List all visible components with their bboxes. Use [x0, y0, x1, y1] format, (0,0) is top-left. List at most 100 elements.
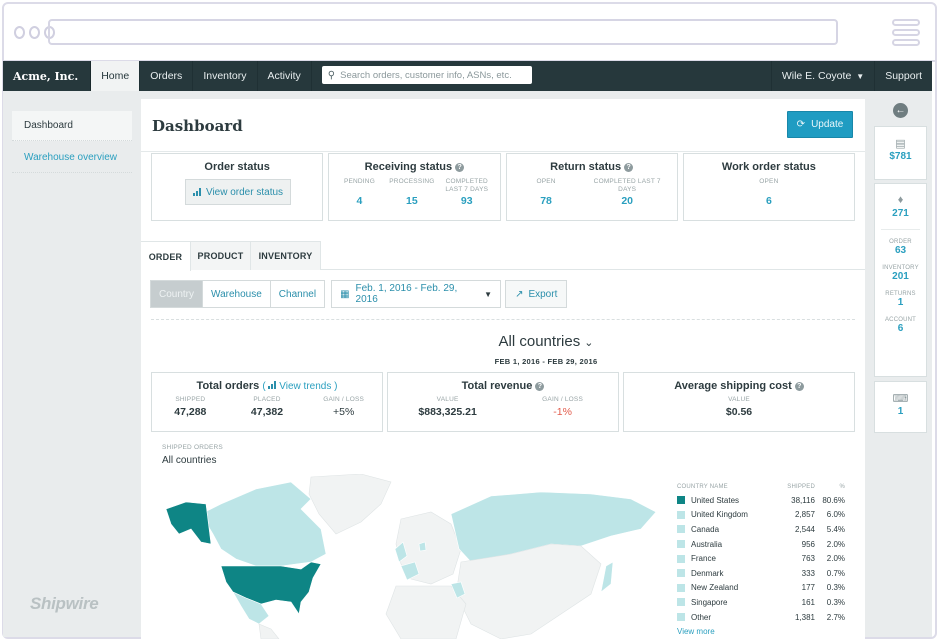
notifications-value[interactable]: 271 [875, 208, 926, 219]
metric-value[interactable]: 15 [406, 195, 418, 207]
refresh-icon: ⟳ [796, 119, 806, 130]
page-title: Dashboard [152, 117, 243, 135]
legend-row[interactable]: Other 1,381 2.7% [677, 610, 845, 625]
export-button[interactable]: ↗ Export [505, 280, 568, 308]
legend-swatch [677, 613, 685, 622]
country-name: Australia [691, 539, 723, 549]
legend-row[interactable]: New Zealand 177 0.3% [677, 581, 845, 596]
help-icon[interactable]: ? [535, 382, 545, 391]
metric-open: OPEN 6 [744, 178, 794, 207]
segment-warehouse[interactable]: Warehouse [202, 280, 271, 308]
metric-completed: COMPLETED LAST 7 DAYS 20 [592, 178, 662, 207]
export-icon: ↗ [515, 288, 524, 300]
address-bar[interactable] [48, 19, 838, 45]
legend-row[interactable]: Denmark 333 0.7% [677, 566, 845, 581]
metric-open: OPEN 78 [521, 178, 571, 207]
rail-value-inventory[interactable]: 201 [875, 271, 926, 282]
update-label: Update [811, 119, 844, 130]
metric-value[interactable]: 4 [357, 195, 363, 207]
metric-label: VALUE [436, 396, 459, 403]
country-name: Denmark [691, 568, 724, 578]
rail-value-returns[interactable]: 1 [875, 297, 926, 308]
metric-label: GAIN / LOSS [542, 396, 584, 403]
country-shipped: 38,116 [791, 495, 815, 505]
tab-product[interactable]: PRODUCT [191, 241, 251, 270]
legend-row[interactable]: Australia 956 2.0% [677, 537, 845, 552]
total-orders-card: Total orders ( View trends ) SHIPPED 47,2… [151, 372, 383, 432]
total-revenue-card: Total revenue? VALUE $883,325.21 GAIN / L… [387, 372, 619, 432]
metric-label: OPEN [759, 178, 779, 185]
legend-row[interactable]: Singapore 161 0.3% [677, 595, 845, 610]
country-name: Singapore [691, 597, 728, 607]
work-order-status-card: Work order status OPEN 6 [682, 153, 855, 221]
support-link[interactable]: Support [875, 61, 932, 91]
window-close-button[interactable] [14, 26, 25, 39]
brand-name[interactable]: Acme, Inc. [3, 61, 92, 91]
world-map[interactable] [161, 474, 659, 639]
nav-item-inventory[interactable]: Inventory [193, 61, 258, 91]
shipwire-logo: Shipwire [30, 594, 99, 613]
metric-value[interactable]: 20 [621, 195, 633, 207]
region-selector[interactable]: All countries ⌄ [141, 333, 939, 350]
help-icon[interactable]: ? [624, 163, 634, 172]
nav-item-home[interactable]: Home [91, 61, 141, 91]
country-shipped: 161 [801, 597, 815, 607]
country-pct: 5.4% [826, 524, 845, 534]
legend-row[interactable]: United States 38,116 80.6% [677, 493, 845, 508]
country-name: New Zealand [691, 583, 739, 593]
user-menu[interactable]: Wile E. Coyote ▼ [770, 61, 876, 91]
legend-country: United States [677, 496, 767, 505]
segment-country[interactable]: Country [150, 280, 204, 308]
map-country-canada [200, 481, 327, 567]
search-input[interactable]: ⚲ Search orders, customer info, ASNs, et… [321, 66, 532, 84]
sidebar-item-warehouse-overview[interactable]: Warehouse overview [12, 143, 132, 173]
help-icon[interactable]: ? [794, 382, 804, 391]
help-icon[interactable]: ? [455, 163, 465, 172]
nav-item-activity[interactable]: Activity [258, 61, 312, 91]
tab-order[interactable]: ORDER [141, 241, 191, 271]
country-shipped: 763 [801, 554, 815, 564]
user-name: Wile E. Coyote [781, 70, 852, 82]
date-range-select[interactable]: ▦ Feb. 1, 2016 - Feb. 29, 2016 ▼ [331, 280, 502, 308]
sidebar: Dashboard Warehouse overview Shipwire [3, 91, 140, 637]
bar-chart-icon [268, 381, 277, 389]
update-button[interactable]: ⟳ Update [787, 111, 853, 138]
map-country-greenland [308, 474, 392, 535]
metric-value[interactable]: 78 [540, 195, 552, 207]
collapse-arrow-icon[interactable]: ← [893, 103, 908, 118]
card-title: Work order status [721, 161, 816, 173]
date-range-value: Feb. 1, 2016 - Feb. 29, 2016 [355, 283, 458, 305]
legend-row[interactable]: United Kingdom 2,857 6.0% [677, 508, 845, 523]
legend-swatch [677, 496, 685, 505]
browser-menu-icon[interactable] [892, 19, 920, 49]
country-legend: COUNTRY NAME SHIPPED % United States 38,1… [677, 481, 845, 636]
view-more-link[interactable]: View more [677, 627, 845, 636]
status-cards: Order status View order status Receiving… [151, 153, 855, 221]
legend-row[interactable]: France 763 2.0% [677, 551, 845, 566]
rail-value-account[interactable]: 6 [875, 323, 926, 334]
metric-value: 47,288 [174, 406, 207, 418]
legend-country: United Kingdom [677, 510, 767, 519]
legend-swatch [677, 554, 685, 563]
export-label: Export [528, 288, 558, 300]
card-title: Order status [204, 161, 270, 173]
country-pct: 0.3% [826, 583, 845, 593]
tab-inventory[interactable]: INVENTORY [251, 241, 321, 270]
billing-card[interactable]: ▤ $781 [874, 126, 927, 180]
view-trends-link[interactable]: ( View trends ) [262, 381, 337, 392]
rail-value-order[interactable]: 63 [875, 245, 926, 256]
legend-row[interactable]: Canada 2,544 5.4% [677, 522, 845, 537]
segment-channel[interactable]: Channel [269, 280, 326, 308]
view-order-status-button[interactable]: View order status [185, 179, 291, 205]
metric-value[interactable]: 93 [461, 195, 473, 207]
caret-down-icon: ▼ [484, 289, 493, 299]
country-pct: 0.7% [826, 568, 845, 578]
nav-item-orders[interactable]: Orders [140, 61, 194, 91]
chevron-down-icon: ⌄ [584, 337, 594, 349]
metric-label: PENDING [343, 178, 375, 185]
messages-card[interactable]: ⌨ 1 [874, 381, 927, 433]
legend-swatch [677, 598, 685, 607]
window-minimize-button[interactable] [29, 26, 40, 39]
sidebar-item-dashboard[interactable]: Dashboard [12, 111, 132, 141]
metric-value[interactable]: 6 [766, 195, 772, 207]
